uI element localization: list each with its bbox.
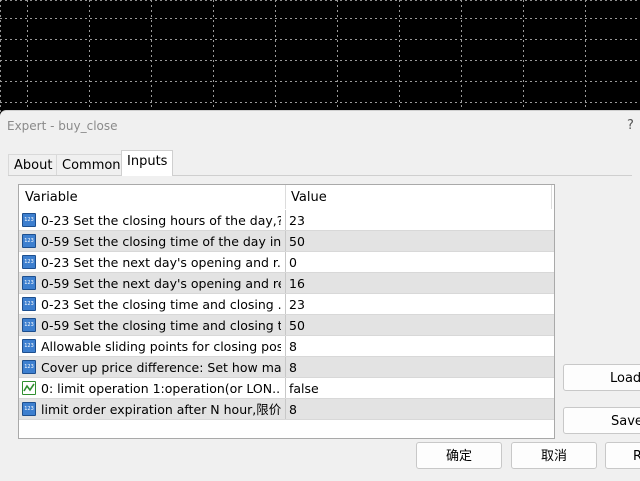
variable-value[interactable]: 16 (289, 273, 549, 294)
chart-grid-line (0, 60, 640, 61)
chart-grid-line (0, 81, 640, 82)
table-row[interactable]: 0-59 Set the closing time and closing ti… (19, 315, 554, 336)
chart-grid-line (0, 102, 640, 103)
integer-icon (22, 402, 36, 416)
table-row[interactable]: 0: limit operation 1:operation(or LON...… (19, 378, 554, 399)
cell-divider (285, 336, 286, 357)
expert-properties-dialog: Expert - buy_close ? About Common Inputs… (0, 110, 640, 481)
table-row[interactable]: Allowable sliding points for closing pos… (19, 336, 554, 357)
help-button[interactable]: ? (627, 118, 634, 133)
cancel-button[interactable]: 取消 (511, 442, 597, 469)
integer-icon (22, 360, 36, 374)
table-row[interactable]: limit order expiration after N hour,限价?.… (19, 399, 554, 420)
variable-value[interactable]: 8 (289, 399, 549, 420)
chart-background (0, 0, 640, 112)
variable-value[interactable]: 50 (289, 231, 549, 252)
cell-divider (285, 315, 286, 336)
integer-icon (22, 318, 36, 332)
tab-common[interactable]: Common (56, 154, 127, 175)
table-header: Variable Value (19, 185, 554, 209)
variable-value[interactable]: 50 (289, 315, 549, 336)
chart-grid-line (399, 0, 400, 112)
variable-name: 0-23 Set the next day's opening and r... (41, 255, 281, 270)
variable-value[interactable]: 0 (289, 252, 549, 273)
cell-divider (285, 273, 286, 294)
table-row[interactable]: 0-23 Set the closing time and closing ..… (19, 294, 554, 315)
variable-name: Cover up price difference: Set how man..… (41, 360, 281, 375)
inputs-table[interactable]: Variable Value 0-23 Set the closing hour… (18, 184, 555, 439)
variable-value[interactable]: 8 (289, 336, 549, 357)
table-row[interactable]: 0-59 Set the closing time of the day in … (19, 231, 554, 252)
tab-about[interactable]: About (8, 154, 59, 175)
chart-grid-line (337, 0, 338, 112)
variable-name: 0: limit operation 1:operation(or LON... (41, 381, 281, 396)
table-row[interactable]: 0-59 Set the next day's opening and re..… (19, 273, 554, 294)
chart-grid-line (151, 0, 152, 112)
cell-divider (285, 210, 286, 231)
variable-value[interactable]: 8 (289, 357, 549, 378)
integer-icon (22, 276, 36, 290)
chart-grid-line (89, 0, 90, 112)
save-button[interactable]: Save (563, 407, 640, 434)
chart-grid-line (523, 0, 524, 112)
integer-icon (22, 234, 36, 248)
chart-grid-line (0, 18, 640, 19)
load-button[interactable]: Load (563, 364, 640, 391)
chart-grid-line (275, 0, 276, 112)
column-divider[interactable] (551, 185, 552, 209)
cell-divider (285, 357, 286, 378)
variable-name: Allowable sliding points for closing pos… (41, 339, 281, 354)
chart-grid-line (461, 0, 462, 112)
tab-inputs[interactable]: Inputs (121, 150, 174, 176)
table-row[interactable]: 0-23 Set the closing hours of the day,?.… (19, 210, 554, 231)
variable-value[interactable]: false (289, 378, 549, 399)
column-header-variable[interactable]: Variable (25, 185, 78, 209)
cell-divider (285, 378, 286, 399)
column-divider[interactable] (285, 185, 286, 209)
chart-grid-line (213, 0, 214, 112)
integer-icon (22, 297, 36, 311)
variable-name: 0-59 Set the closing time and closing ti… (41, 318, 281, 333)
column-header-value[interactable]: Value (291, 185, 327, 209)
table-row[interactable]: 0-23 Set the next day's opening and r...… (19, 252, 554, 273)
row-divider (19, 419, 554, 420)
boolean-icon (22, 381, 36, 395)
chart-grid-line (585, 0, 586, 112)
chart-grid-line (27, 0, 28, 112)
reset-button[interactable]: R (605, 442, 640, 469)
integer-icon (22, 213, 36, 227)
variable-name: limit order expiration after N hour,限价?.… (41, 402, 281, 417)
variable-name: 0-59 Set the next day's opening and re..… (41, 276, 281, 291)
cell-divider (285, 399, 286, 420)
cell-divider (285, 231, 286, 252)
cell-divider (285, 252, 286, 273)
ok-button[interactable]: 确定 (416, 442, 502, 469)
chart-grid-line (0, 39, 640, 40)
variable-value[interactable]: 23 (289, 294, 549, 315)
cell-divider (285, 294, 286, 315)
variable-name: 0-23 Set the closing time and closing ..… (41, 297, 281, 312)
variable-name: 0-59 Set the closing time of the day in … (41, 234, 281, 249)
integer-icon (22, 339, 36, 353)
dialog-title: Expert - buy_close (7, 119, 118, 133)
variable-name: 0-23 Set the closing hours of the day,?.… (41, 213, 281, 228)
integer-icon (22, 255, 36, 269)
table-row[interactable]: Cover up price difference: Set how man..… (19, 357, 554, 378)
variable-value[interactable]: 23 (289, 210, 549, 231)
